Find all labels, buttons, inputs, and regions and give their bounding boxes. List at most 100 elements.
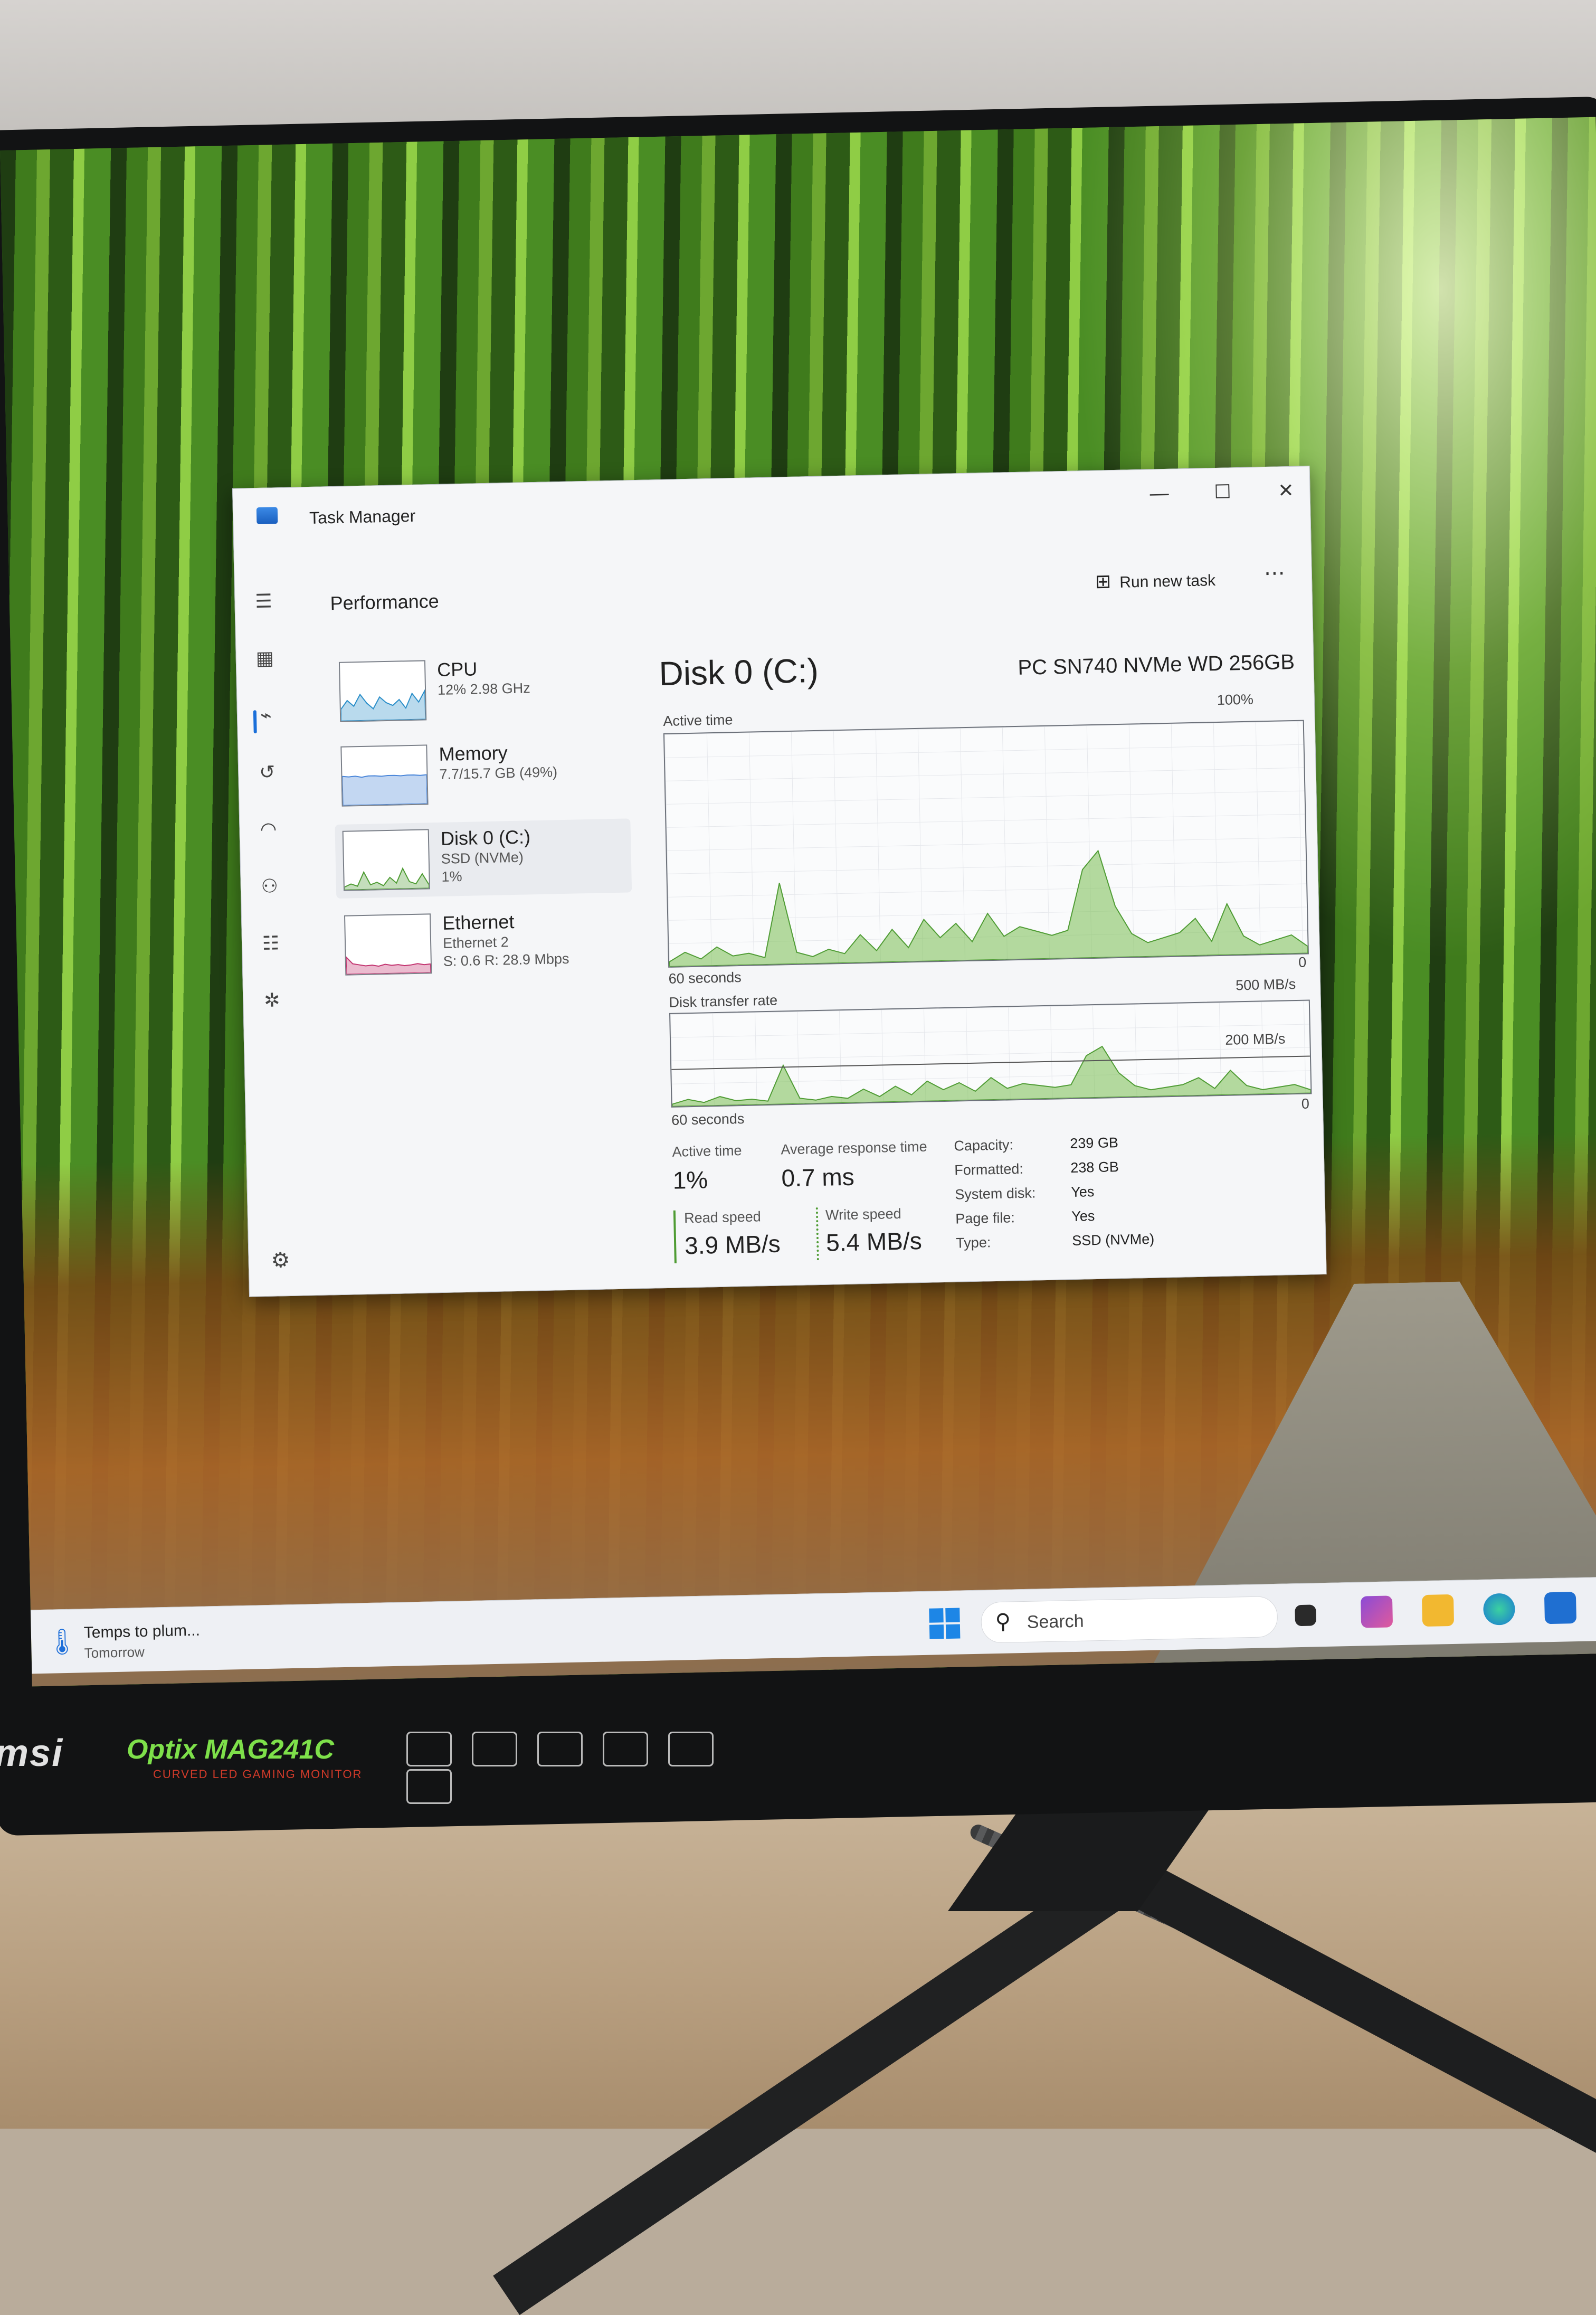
processes-icon[interactable]: ▦: [252, 645, 278, 671]
sidebar-item-detail: Ethernet 2: [442, 934, 509, 951]
active-time-graph: [663, 720, 1309, 968]
app-history-icon[interactable]: ↺: [254, 759, 280, 785]
file-explorer-icon[interactable]: [1421, 1594, 1455, 1627]
users-icon[interactable]: ⚇: [256, 873, 282, 899]
taskbar-search[interactable]: ⚲ Search: [980, 1595, 1278, 1643]
sidebar-item-detail: SSD (NVMe): [441, 849, 524, 867]
transfer-rate-graph: 200 MB/s: [669, 999, 1312, 1108]
transfer-ref-label: 200 MB/s: [1224, 1031, 1286, 1048]
property-value: 238 GB: [1070, 1159, 1119, 1176]
run-task-icon: ⊞: [1095, 570, 1112, 592]
sidebar-item-value: S: 0.6 R: 28.9 Mbps: [443, 950, 569, 969]
property-value: Yes: [1070, 1184, 1095, 1201]
sidebar-item-cpu[interactable]: CPU 12% 2.98 GHz: [331, 649, 629, 730]
search-icon: ⚲: [995, 1610, 1011, 1634]
brand-model: Optix MAG241C: [127, 1734, 334, 1765]
sidebar-item-label: Disk 0 (C:): [440, 826, 531, 849]
cpu-thumbnail: [338, 660, 427, 722]
performance-icon[interactable]: ⌁: [253, 702, 279, 728]
active-time-area: [668, 849, 1308, 967]
brand-subtitle: CURVED LED GAMING MONITOR: [153, 1768, 363, 1781]
sidebar-item-memory[interactable]: Memory 7.7/15.7 GB (49%): [333, 734, 630, 814]
startup-apps-icon[interactable]: ◠: [255, 816, 281, 842]
badge-icon: [668, 1732, 714, 1766]
ethernet-thumbnail: [344, 913, 432, 976]
avg-response-label: Average response time: [781, 1138, 927, 1158]
task-manager-window: Task Manager — ☐ ✕ ☰ ▦ ⌁ ↺ ◠ ⚇ ☷ ✲ ⚙ Per…: [232, 466, 1327, 1297]
property-key: Formatted:: [954, 1160, 1024, 1178]
weather-subtitle: Tomorrow: [84, 1643, 145, 1661]
sidebar-item-value: 1%: [441, 868, 462, 885]
close-button[interactable]: ✕: [1257, 471, 1315, 509]
thumbnail-graph: [345, 956, 431, 975]
thumbnail-graph: [340, 688, 426, 721]
badge-icon: [603, 1732, 648, 1766]
badge-icon: [406, 1732, 452, 1766]
task-view-icon[interactable]: [1295, 1604, 1317, 1627]
sidebar-item-detail: 12% 2.98 GHz: [437, 680, 530, 698]
details-icon[interactable]: ☷: [258, 930, 284, 956]
brand-logo: msi: [0, 1732, 64, 1774]
weather-icon[interactable]: 🌡: [46, 1627, 79, 1657]
graph2-time-span: 60 seconds: [671, 1110, 745, 1128]
run-new-task-label: Run new task: [1119, 572, 1216, 591]
transfer-rate-max: 500 MB/s: [1235, 976, 1296, 994]
badge-icon: [537, 1732, 583, 1766]
active-time-stat-label: Active time: [672, 1142, 742, 1160]
property-value: SSD (NVMe): [1071, 1231, 1155, 1249]
graph1-time-span: 60 seconds: [668, 969, 742, 987]
write-speed-marker: [815, 1207, 819, 1261]
monitor-branding: msi Optix MAG241C CURVED LED GAMING MONI…: [0, 1721, 844, 1804]
sidebar-item-label: Memory: [439, 742, 508, 765]
search-placeholder: Search: [1027, 1611, 1084, 1632]
property-value: 239 GB: [1070, 1135, 1119, 1152]
sidebar-item-label: Ethernet: [442, 910, 515, 934]
graph1-min: 0: [1298, 954, 1307, 970]
transfer-rate-label: Disk transfer rate: [669, 992, 778, 1010]
edge-icon[interactable]: [1483, 1593, 1516, 1626]
active-time-graph-label: Active time: [663, 712, 733, 729]
disk-model: PC SN740 NVMe WD 256GB: [1017, 650, 1295, 679]
maximize-button[interactable]: ☐: [1193, 473, 1252, 511]
active-time-max: 100%: [1217, 691, 1254, 708]
services-icon[interactable]: ✲: [259, 987, 285, 1013]
read-speed-marker: [673, 1210, 677, 1263]
disk-thumbnail: [342, 829, 430, 891]
weather-title[interactable]: Temps to plum...: [83, 1622, 200, 1642]
settings-icon[interactable]: ⚙: [271, 1248, 290, 1273]
minimize-button[interactable]: —: [1130, 474, 1189, 512]
active-time-stat-value: 1%: [672, 1166, 708, 1194]
avg-response-value: 0.7 ms: [781, 1163, 855, 1192]
sidebar-item-ethernet[interactable]: Ethernet Ethernet 2 S: 0.6 R: 28.9 Mbps: [337, 903, 634, 983]
memory-thumbnail: [340, 744, 429, 807]
read-speed-value: 3.9 MB/s: [684, 1230, 781, 1260]
transfer-rate-area: [671, 1045, 1311, 1107]
hamburger-icon[interactable]: ☰: [251, 588, 277, 614]
graph2-min: 0: [1301, 1095, 1310, 1112]
more-options-icon[interactable]: ⋯: [1264, 561, 1285, 585]
store-icon[interactable]: [1544, 1592, 1577, 1624]
property-key: System disk:: [954, 1185, 1036, 1203]
thumbnail-graph: [344, 867, 429, 890]
write-speed-value: 5.4 MB/s: [825, 1226, 923, 1256]
copilot-icon[interactable]: [1360, 1595, 1393, 1628]
task-manager-app-icon: [256, 507, 278, 525]
sidebar-item-disk[interactable]: Disk 0 (C:) SSD (NVMe) 1%: [335, 818, 632, 899]
sidebar-item-label: CPU: [436, 658, 478, 681]
write-speed-label: Write speed: [825, 1205, 901, 1223]
property-key: Type:: [955, 1234, 991, 1251]
feature-badges: [406, 1732, 786, 1804]
property-key: Page file:: [955, 1210, 1015, 1227]
disk-title: Disk 0 (C:): [658, 651, 819, 693]
page-title: Performance: [330, 590, 440, 615]
transfer-ref-line: [671, 1055, 1310, 1070]
property-value: Yes: [1071, 1208, 1095, 1224]
start-button[interactable]: [929, 1608, 961, 1639]
badge-icon: [472, 1732, 517, 1766]
sidebar-item-detail: 7.7/15.7 GB (49%): [439, 764, 558, 782]
thumbnail-graph: [341, 774, 428, 806]
run-new-task-button[interactable]: ⊞ Run new task: [1095, 563, 1216, 598]
window-title: Task Manager: [309, 506, 416, 527]
read-speed-label: Read speed: [683, 1208, 762, 1226]
property-key: Capacity:: [954, 1137, 1014, 1154]
